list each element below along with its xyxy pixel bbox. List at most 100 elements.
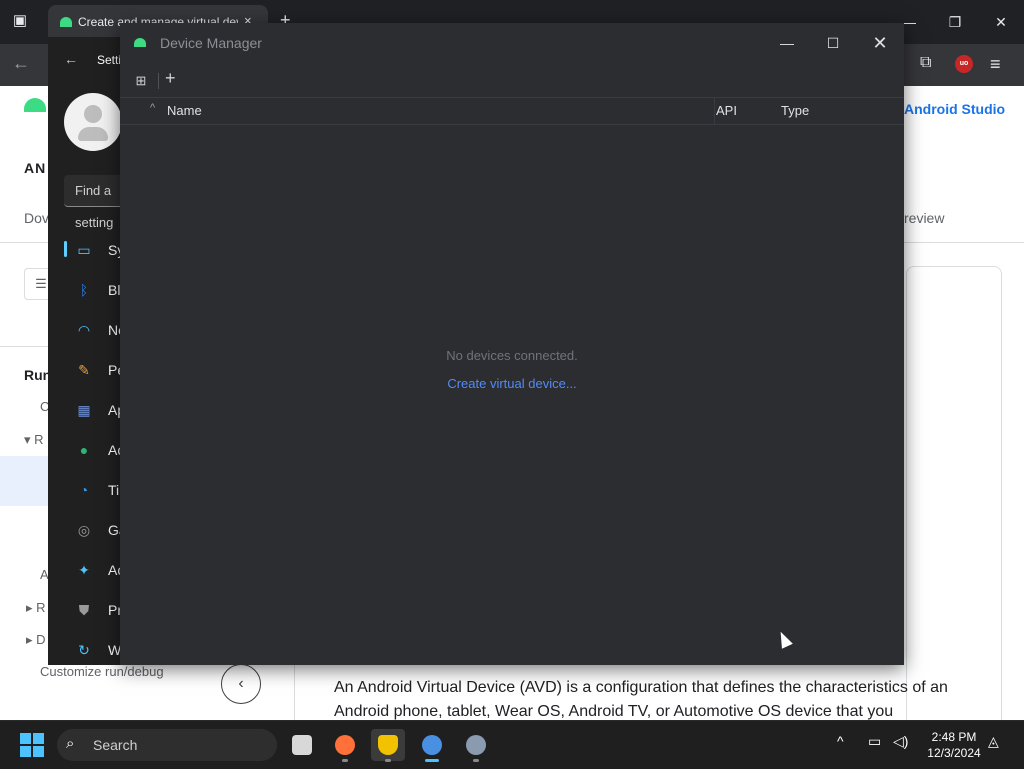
column-divider[interactable]: [714, 98, 715, 124]
wifi-icon: ◠: [77, 322, 91, 338]
android-studio-link[interactable]: Android Studio: [904, 101, 1005, 117]
start-tile: [33, 746, 44, 757]
apps-icon: ▦: [77, 402, 91, 418]
running-indicator: [473, 759, 479, 762]
sidebar-item[interactable]: ◠Network & internet: [64, 310, 128, 350]
volume-icon[interactable]: ◁): [893, 733, 908, 750]
nav-item-r[interactable]: ▾ R: [24, 432, 44, 448]
clock[interactable]: 2:48 PM 12/3/2024: [926, 729, 982, 761]
android-icon: [134, 38, 146, 47]
menu-icon[interactable]: ≡: [990, 54, 1001, 75]
taskbar-search-label: Search: [93, 737, 138, 753]
clock-date: 12/3/2024: [927, 746, 981, 760]
sidebar-item[interactable]: ᛒBluetooth & devices: [64, 270, 128, 310]
column-header-api[interactable]: API: [716, 103, 737, 118]
group-by-icon[interactable]: ⊞: [132, 72, 150, 90]
display-icon: ▭: [77, 242, 91, 258]
nav-item-r2-label: R: [36, 600, 46, 615]
security-shield-icon[interactable]: [371, 729, 405, 762]
device-manager-window: Device Manager — ☐ ✕ ⊞ + ^ Name API Type…: [120, 23, 904, 665]
page-tab-preview[interactable]: review: [904, 210, 944, 226]
nav-item-selected[interactable]: [0, 456, 48, 506]
chevron-up-icon[interactable]: ^: [837, 733, 844, 749]
create-virtual-device-row: Create virtual device...: [120, 376, 904, 391]
close-icon[interactable]: ✕: [857, 23, 903, 63]
app-glyph: [335, 735, 355, 755]
minimize-icon[interactable]: —: [764, 23, 810, 63]
device-manager-toolbar: ⊞ +: [120, 67, 904, 97]
sort-ascending-icon[interactable]: ^: [150, 102, 155, 114]
running-indicator: [385, 759, 391, 762]
start-tile: [20, 746, 31, 757]
extensions-icon[interactable]: ⧉: [920, 54, 931, 72]
person-icon: ●: [79, 442, 89, 458]
page-vertical-divider: [294, 664, 295, 720]
sidebar-item[interactable]: ◔Time & language: [64, 470, 128, 510]
sidebar-item[interactable]: ✦Accessibility: [64, 550, 128, 590]
tab-search-icon[interactable]: ▣: [10, 11, 30, 31]
settings-gear-icon[interactable]: [459, 729, 493, 762]
android-logo-icon[interactable]: [24, 98, 46, 112]
android-favicon-icon: [60, 17, 72, 27]
column-header-type[interactable]: Type: [781, 103, 809, 118]
active-indicator: [425, 759, 439, 762]
nav-divider: [0, 346, 48, 347]
taskbar: ⌕ Search ^ ▭ ◁) 2:48 PM 12/3/2024 ◬: [0, 720, 1024, 769]
empty-state-message: No devices connected.: [446, 348, 578, 363]
sidebar-item[interactable]: ◎Gaming: [64, 510, 128, 550]
nav-item-r2[interactable]: ▸ R: [26, 600, 46, 616]
settings-search-input[interactable]: Find a setting: [64, 175, 128, 230]
start-tile: [33, 733, 44, 744]
app-glyph: [378, 735, 398, 755]
device-table-header: ^ Name API Type: [120, 97, 904, 125]
taskbar-search[interactable]: ⌕ Search: [57, 729, 277, 761]
page-section-title: AN: [24, 160, 47, 176]
network-icon[interactable]: ▭: [868, 733, 881, 750]
nav-item-d[interactable]: ▸ D: [26, 632, 46, 648]
shield-icon: ⛊: [78, 602, 90, 618]
page-tab-downloads[interactable]: Dov: [24, 210, 49, 226]
restore-icon[interactable]: ❐: [932, 0, 978, 44]
clock-time: 2:48 PM: [931, 730, 977, 744]
close-icon[interactable]: ✕: [978, 0, 1024, 44]
sidebar-item[interactable]: ▭System: [64, 230, 128, 270]
avatar[interactable]: [64, 93, 122, 151]
toolbar-separator: [158, 73, 159, 89]
update-icon: ↻: [78, 642, 90, 658]
column-header-name[interactable]: Name: [167, 103, 202, 118]
page-paragraph: An Android Virtual Device (AVD) is a con…: [334, 679, 948, 720]
windows-start-icon[interactable]: [20, 733, 44, 757]
nav-item-r-label: R: [34, 432, 44, 447]
firefox-icon[interactable]: [328, 729, 362, 762]
window-title: Device Manager: [160, 35, 262, 51]
accessibility-icon: ✦: [78, 562, 90, 578]
notification-bell-icon[interactable]: ◬: [988, 733, 999, 750]
file-explorer-icon[interactable]: [285, 729, 319, 761]
gamepad-icon: ◎: [77, 522, 91, 538]
maximize-icon[interactable]: ☐: [810, 23, 856, 63]
bluetooth-icon: ᛒ: [79, 282, 89, 298]
sidebar-item[interactable]: ⛊Privacy & security: [64, 590, 128, 630]
sidebar-item[interactable]: ▦Apps: [64, 390, 128, 430]
sidebar-item[interactable]: ↻Windows Update: [64, 630, 128, 665]
globe-clock-icon: ◔: [79, 482, 89, 498]
page-content-panel: [906, 266, 1002, 728]
create-virtual-device-link[interactable]: Create virtual device...: [447, 376, 576, 391]
avatar-head: [84, 105, 102, 123]
sidebar-item[interactable]: ✎Personalization: [64, 350, 128, 390]
collapse-nav-button[interactable]: ‹: [221, 664, 261, 704]
nav-item-d-label: D: [36, 632, 46, 647]
android-studio-icon[interactable]: [415, 729, 449, 762]
ublock-icon[interactable]: uo: [955, 55, 973, 73]
app-glyph: [292, 735, 312, 755]
running-indicator: [342, 759, 348, 762]
settings-window: ← Settings Find a setting ▭SystemᛒBlueto…: [48, 37, 128, 665]
search-icon: ⌕: [66, 735, 75, 752]
back-arrow-icon[interactable]: ←: [12, 53, 30, 74]
avatar-body: [78, 127, 108, 141]
add-device-icon[interactable]: +: [165, 68, 176, 89]
start-tile: [20, 733, 31, 744]
nav-item-customize[interactable]: Customize run/debug: [40, 664, 164, 679]
sidebar-item[interactable]: ●Accounts: [64, 430, 128, 470]
back-arrow-icon[interactable]: ←: [64, 51, 78, 67]
